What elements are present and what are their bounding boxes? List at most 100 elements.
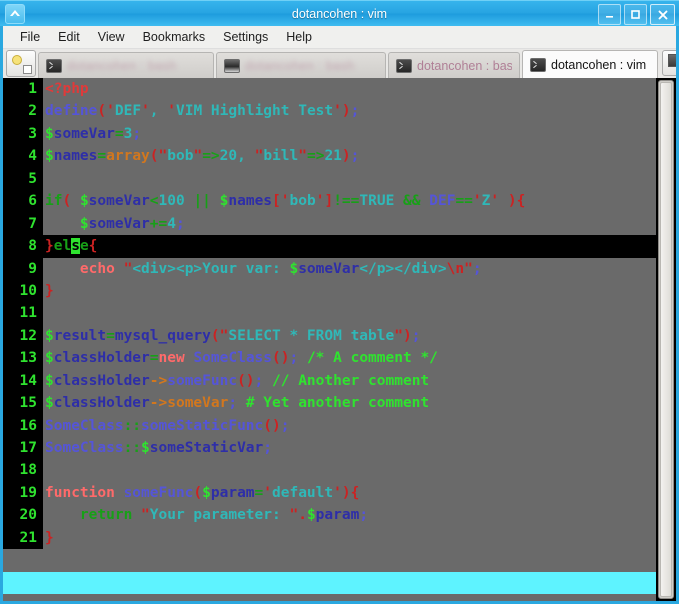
tab-session-vim[interactable]: dotancohen : vim — [522, 50, 658, 78]
code-token: ' — [333, 484, 342, 501]
code-line[interactable]: 12 $result=mysql_query("SELECT * FROM tab… — [3, 324, 656, 348]
code-token: ' — [490, 193, 500, 210]
code-token: param — [315, 507, 360, 524]
code-line[interactable]: 21} — [3, 526, 656, 550]
tab-session-bash[interactable]: dotancohen : bash — [388, 52, 520, 78]
code-line[interactable]: 16 SomeClass::someStaticFunc(); — [3, 414, 656, 437]
code-line[interactable]: 19 function someFunc($param='default'){ — [3, 481, 656, 505]
code-line[interactable]: 9 echo "<div><p>Your var: $someVar</p></… — [3, 257, 656, 280]
code-token: someVar — [167, 395, 229, 412]
code-token: ' — [472, 193, 482, 210]
code-token: if — [45, 193, 63, 210]
code-line[interactable]: 4 $names=array("bob"=>20, "bill"=>21); — [3, 145, 656, 168]
menu-item-help[interactable]: Help — [277, 28, 321, 46]
code-token: [ — [272, 193, 281, 210]
code-token: ; — [289, 350, 299, 367]
line-content: }else{ — [43, 235, 656, 257]
code-token: el — [53, 238, 72, 255]
line-content: if( $someVar<100 || $names['bob']!==TRUE… — [43, 190, 656, 212]
code-token: 3 — [123, 125, 133, 142]
window-title: dotancohen : vim — [291, 7, 388, 21]
code-token: # Yet another comment — [245, 395, 430, 412]
code-line[interactable]: 2 define('DEF', 'VIM Highlight Test'); — [3, 100, 656, 123]
code-token: $ — [45, 148, 54, 165]
code-token: s — [71, 238, 80, 255]
code-token: = — [114, 125, 124, 142]
line-content: return "Your parameter: ".$param; — [43, 504, 656, 526]
code-line[interactable]: 18 — [3, 459, 656, 482]
code-token: ) — [341, 148, 351, 165]
menu-item-file[interactable]: File — [11, 28, 49, 46]
new-tab-corner-icon — [23, 65, 32, 74]
code-line[interactable]: 6 if( $someVar<100 || $names['bob']!==TRU… — [3, 190, 656, 213]
new-tab-button[interactable] — [6, 50, 36, 77]
terminal-area[interactable]: 1 <?php 2 define('DEF', 'VIM Highlight Test… — [3, 78, 676, 601]
line-number: 8 — [3, 235, 43, 258]
menu-item-edit[interactable]: Edit — [49, 28, 89, 46]
code-line[interactable]: 14 $classHolder->someFunc(); // Another c… — [3, 369, 656, 393]
code-line[interactable]: 1 <?php — [3, 78, 656, 101]
code-token: $ — [79, 193, 89, 210]
code-line[interactable]: 3 $someVar=3; — [3, 122, 656, 146]
code-token: classHolder — [53, 395, 150, 412]
code-line[interactable]: 10} — [3, 279, 656, 303]
tab-session-1[interactable]: dotancohen : bash — [38, 52, 214, 78]
code-token: ; — [254, 372, 264, 389]
scrollbar-thumb[interactable] — [660, 82, 672, 597]
scrollbar-track[interactable] — [658, 80, 674, 599]
code-line[interactable]: 5 — [3, 167, 656, 191]
line-number: 3 — [3, 122, 43, 146]
code-token: -> — [149, 372, 168, 389]
line-content: $result=mysql_query("SELECT * FROM table… — [43, 325, 656, 347]
terminal-icon — [530, 57, 546, 72]
line-number: 4 — [3, 145, 43, 168]
code-token: e — [79, 238, 89, 255]
code-token: someFunc — [167, 372, 238, 389]
code-line[interactable]: 7 $someVar+=4; — [3, 212, 656, 236]
code-token: == — [455, 193, 473, 210]
code-line[interactable]: 8}else{ — [3, 235, 656, 258]
code-line[interactable]: 17 SomeClass::$someStaticVar; — [3, 437, 656, 460]
code-line[interactable]: 11 — [3, 302, 656, 325]
code-token: </p></div> — [359, 260, 447, 277]
code-token: ; — [175, 215, 185, 232]
terminal-scrollbar[interactable] — [656, 78, 676, 601]
code-token: Your parameter: — [149, 507, 290, 524]
line-content: } — [43, 527, 656, 549]
line-content — [43, 459, 656, 481]
code-token: param — [210, 484, 255, 501]
line-number: 5 — [3, 167, 43, 191]
code-token: \n — [446, 260, 465, 277]
tab-label: dotancohen : bash — [245, 58, 355, 73]
vim-buffer[interactable]: 1 <?php 2 define('DEF', 'VIM Highlight Test… — [3, 78, 656, 601]
code-token: ] — [324, 193, 334, 210]
code-token: ; — [472, 260, 482, 277]
code-token: 4 — [167, 215, 176, 232]
maximize-icon[interactable] — [624, 4, 647, 25]
tab-session-2[interactable]: dotancohen : bash — [216, 52, 386, 78]
code-token: ' — [106, 103, 115, 120]
vim-command-line[interactable] — [3, 594, 656, 601]
title-bar[interactable]: dotancohen : vim — [0, 0, 679, 26]
menu-item-bookmarks[interactable]: Bookmarks — [134, 28, 215, 46]
line-content: $someVar=3; — [43, 123, 656, 145]
code-line[interactable]: 15 $classHolder->someVar; # Yet another c… — [3, 392, 656, 415]
minimize-icon[interactable] — [598, 4, 621, 25]
code-token: new — [158, 350, 185, 367]
code-token: && — [403, 193, 421, 210]
code-token: SomeClass — [193, 350, 273, 367]
code-token: someVar — [88, 215, 150, 232]
menu-item-view[interactable]: View — [89, 28, 134, 46]
line-content: $classHolder->someFunc(); // Another com… — [43, 370, 656, 392]
code-line[interactable]: 13 $classHolder=new SomeClass(); /* A com… — [3, 347, 656, 370]
code-token: classHolder — [53, 350, 150, 367]
code-line[interactable]: 20 return "Your parameter: ".$param; — [3, 504, 656, 527]
close-icon[interactable] — [650, 4, 675, 25]
menu-item-settings[interactable]: Settings — [214, 28, 277, 46]
konsole-icon[interactable] — [5, 4, 25, 24]
